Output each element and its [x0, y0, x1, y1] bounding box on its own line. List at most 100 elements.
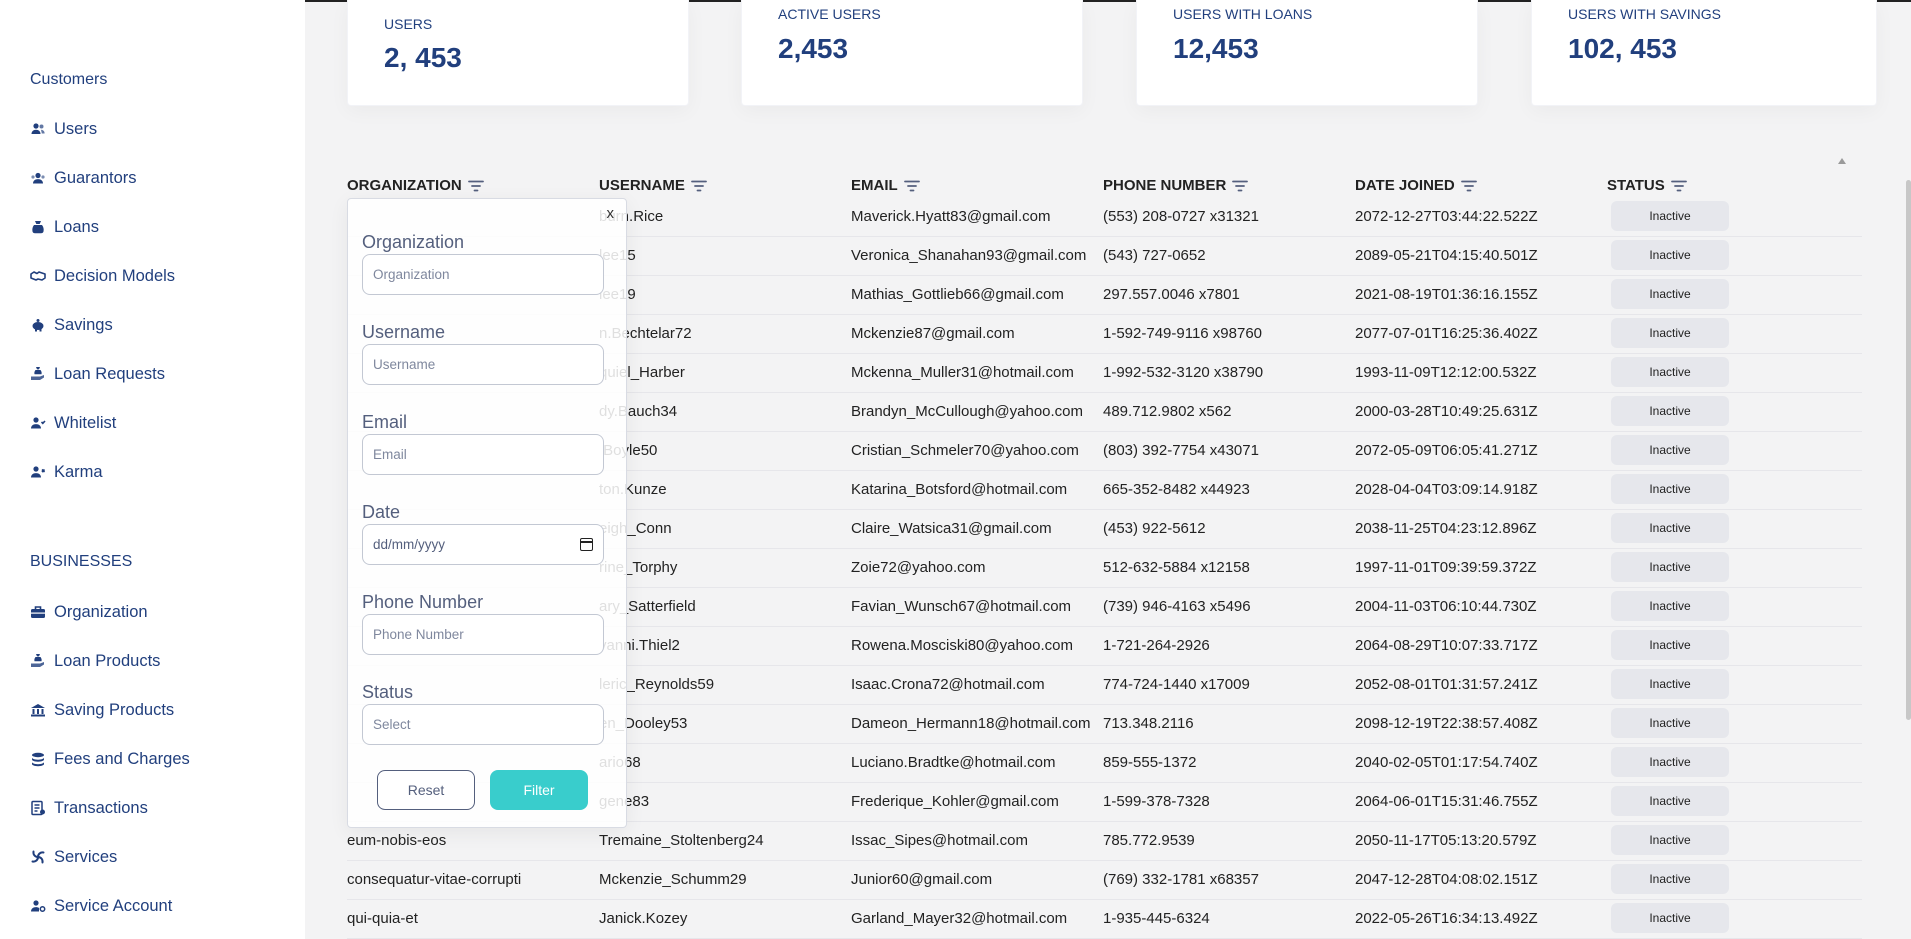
cell-organization: consequatur-vitae-corrupti — [347, 871, 522, 888]
filter-button[interactable]: Filter — [490, 770, 588, 810]
stat-value: 2,453 — [778, 33, 849, 64]
sidebar-item-fees-and-charges[interactable]: Fees and Charges — [30, 747, 190, 771]
cell-date-joined: 2098-12-19T22:38:57.408Z — [1355, 715, 1538, 732]
users-icon — [30, 121, 46, 137]
sidebar-item-guarantors[interactable]: Guarantors — [30, 166, 137, 190]
cell-date-joined: 2004-11-03T06:10:44.730Z — [1355, 598, 1537, 615]
sidebar-item-whitelist[interactable]: Whitelist — [30, 411, 116, 435]
sidebar-item-label: Loans — [54, 217, 99, 236]
cell-organization: eum-nobis-eos — [347, 832, 447, 849]
calendar-icon[interactable] — [580, 538, 593, 551]
cell-email: Mckenzie87@gmail.com — [851, 325, 1015, 342]
cell-phone: 1-599-378-7328 — [1103, 793, 1210, 810]
scrollbar[interactable] — [1906, 180, 1911, 720]
cell-date-joined: 2028-04-04T03:09:14.918Z — [1355, 481, 1538, 498]
cell-date-joined: 2040-02-05T01:17:54.740Z — [1355, 754, 1538, 771]
status-badge: Inactive — [1611, 513, 1729, 543]
header-date-joined[interactable]: DATE JOINED — [1355, 177, 1477, 194]
filter-date-input[interactable]: dd/mm/yyyy — [362, 524, 604, 565]
cell-email: Favian_Wunsch67@hotmail.com — [851, 598, 1072, 615]
status-badge: Inactive — [1611, 825, 1729, 855]
sidebar-item-users[interactable]: Users — [30, 117, 97, 141]
sidebar-item-service-account[interactable]: Service Account — [30, 894, 172, 918]
status-badge: Inactive — [1611, 396, 1729, 426]
status-badge: Inactive — [1611, 747, 1729, 777]
status-badge: Inactive — [1611, 318, 1729, 348]
header-label: PHONE NUMBER — [1103, 177, 1227, 194]
filter-status-label: Status — [362, 682, 414, 702]
scroll-up-arrow-icon[interactable] — [1838, 158, 1846, 164]
sidebar-item-label: Service Account — [54, 896, 173, 915]
sidebar-item-label: Services — [54, 847, 118, 866]
sidebar-item-decision-models[interactable]: Decision Models — [30, 264, 175, 288]
status-badge: Inactive — [1611, 786, 1729, 816]
cell-email: Junior60@gmail.com — [851, 871, 993, 888]
cell-date-joined: 2064-08-29T10:07:33.717Z — [1355, 637, 1538, 654]
filter-icon[interactable] — [1670, 180, 1687, 192]
filter-phone-input[interactable] — [362, 614, 604, 655]
piggy-bank-icon — [30, 317, 46, 333]
filter-icon[interactable] — [1232, 180, 1249, 192]
sidebar-item-saving-products[interactable]: Saving Products — [30, 698, 174, 722]
loan-request-icon — [30, 366, 46, 382]
cell-date-joined: 2052-08-01T01:31:57.241Z — [1355, 676, 1538, 693]
filter-icon[interactable] — [467, 180, 484, 192]
reset-button[interactable]: Reset — [377, 770, 475, 810]
filter-status-select[interactable] — [362, 704, 604, 745]
sidebar-item-karma[interactable]: Karma — [30, 460, 103, 484]
header-label: DATE JOINED — [1355, 177, 1455, 194]
date-placeholder: dd/mm/yyyy — [373, 537, 446, 552]
sidebar-item-transactions[interactable]: Transactions — [30, 796, 148, 820]
table-row[interactable]: qui-quia-et Janick.Kozey Garland_Mayer32@h… — [347, 900, 1862, 939]
sidebar-item-loan-products[interactable]: Loan Products — [30, 649, 160, 673]
cell-email: Zoie72@yahoo.com — [851, 559, 986, 576]
cell-phone: 297.557.0046 x7801 — [1103, 286, 1240, 303]
cell-date-joined: 1993-11-09T12:12:00.532Z — [1355, 364, 1537, 381]
cell-email: Mathias_Gottlieb66@gmail.com — [851, 286, 1064, 303]
cell-email: Issac_Sipes@hotmail.com — [851, 832, 1028, 849]
cell-email: Mckenna_Muller31@hotmail.com — [851, 364, 1074, 381]
header-label: ORGANIZATION — [347, 177, 462, 194]
cell-date-joined: 2072-12-27T03:44:22.522Z — [1355, 208, 1538, 225]
close-icon[interactable]: x — [607, 205, 615, 222]
cell-date-joined: 2047-12-28T04:08:02.151Z — [1355, 871, 1538, 888]
sidebar-item-label: Saving Products — [54, 700, 175, 719]
cell-phone: 785.772.9539 — [1103, 832, 1195, 849]
stat-value: 12,453 — [1173, 33, 1259, 64]
filter-username-input[interactable] — [362, 344, 604, 385]
filter-icon[interactable] — [1460, 180, 1477, 192]
sidebar-item-services[interactable]: Services — [30, 845, 117, 869]
cell-date-joined: 2021-08-19T01:36:16.155Z — [1355, 286, 1538, 303]
status-badge: Inactive — [1611, 435, 1729, 465]
sidebar-item-loan-requests[interactable]: Loan Requests — [30, 362, 165, 386]
sidebar-item-label: Whitelist — [54, 413, 117, 432]
filter-icon[interactable] — [903, 180, 920, 192]
status-badge: Inactive — [1611, 552, 1729, 582]
stat-label: USERS WITH SAVINGS — [1568, 6, 1721, 22]
sidebar-item-label: Decision Models — [54, 266, 176, 285]
header-status[interactable]: STATUS — [1607, 177, 1687, 194]
table-header: ORGANIZATION USERNAME EMAIL PHONE NUMBER… — [347, 171, 1862, 201]
sidebar-item-loans[interactable]: Loans — [30, 215, 99, 239]
status-badge: Inactive — [1611, 903, 1729, 933]
sidebar-item-savings[interactable]: Savings — [30, 313, 113, 337]
table-row[interactable]: consequatur-vitae-corrupti Mckenzie_Schum… — [347, 861, 1862, 900]
cell-phone: (553) 208-0727 x31321 — [1103, 208, 1259, 225]
header-email[interactable]: EMAIL — [851, 177, 920, 194]
sidebar-item-organization[interactable]: Organization — [30, 600, 148, 624]
header-username[interactable]: USERNAME — [599, 177, 707, 194]
filter-org-input[interactable] — [362, 254, 604, 295]
cell-date-joined: 1997-11-01T09:39:59.372Z — [1355, 559, 1537, 576]
sidebar-item-label: Savings — [54, 315, 113, 334]
user-cog-icon — [30, 898, 46, 914]
sidebar-item-label: Loan Requests — [54, 364, 165, 383]
filter-icon[interactable] — [690, 180, 707, 192]
bank-icon — [30, 702, 46, 718]
cell-phone: 1-721-264-2926 — [1103, 637, 1210, 654]
user-x-icon — [30, 464, 46, 480]
header-phone-number[interactable]: PHONE NUMBER — [1103, 177, 1249, 194]
header-organization[interactable]: ORGANIZATION — [347, 177, 484, 194]
cell-date-joined: 2064-06-01T15:31:46.755Z — [1355, 793, 1538, 810]
filter-email-input[interactable] — [362, 434, 604, 475]
handshake-icon — [30, 268, 46, 284]
